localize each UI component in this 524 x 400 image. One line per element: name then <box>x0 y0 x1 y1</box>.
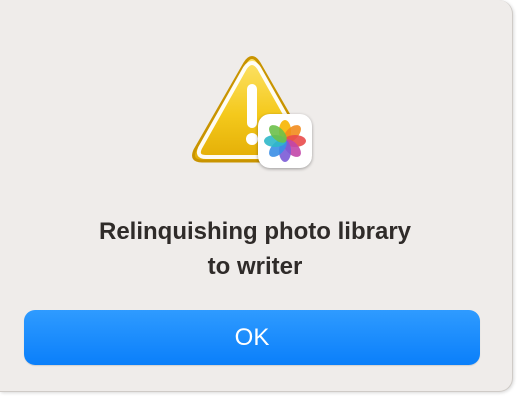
photos-app-icon <box>258 114 312 168</box>
alert-message: Relinquishing photo library to writer <box>20 214 490 284</box>
alert-message-line2: to writer <box>207 253 303 280</box>
alert-icon-group <box>190 54 314 174</box>
alert-message-line1: Relinquishing photo library <box>99 218 411 245</box>
alert-dialog: Relinquishing photo library to writer OK <box>0 0 513 392</box>
ok-button[interactable]: OK <box>24 310 480 365</box>
